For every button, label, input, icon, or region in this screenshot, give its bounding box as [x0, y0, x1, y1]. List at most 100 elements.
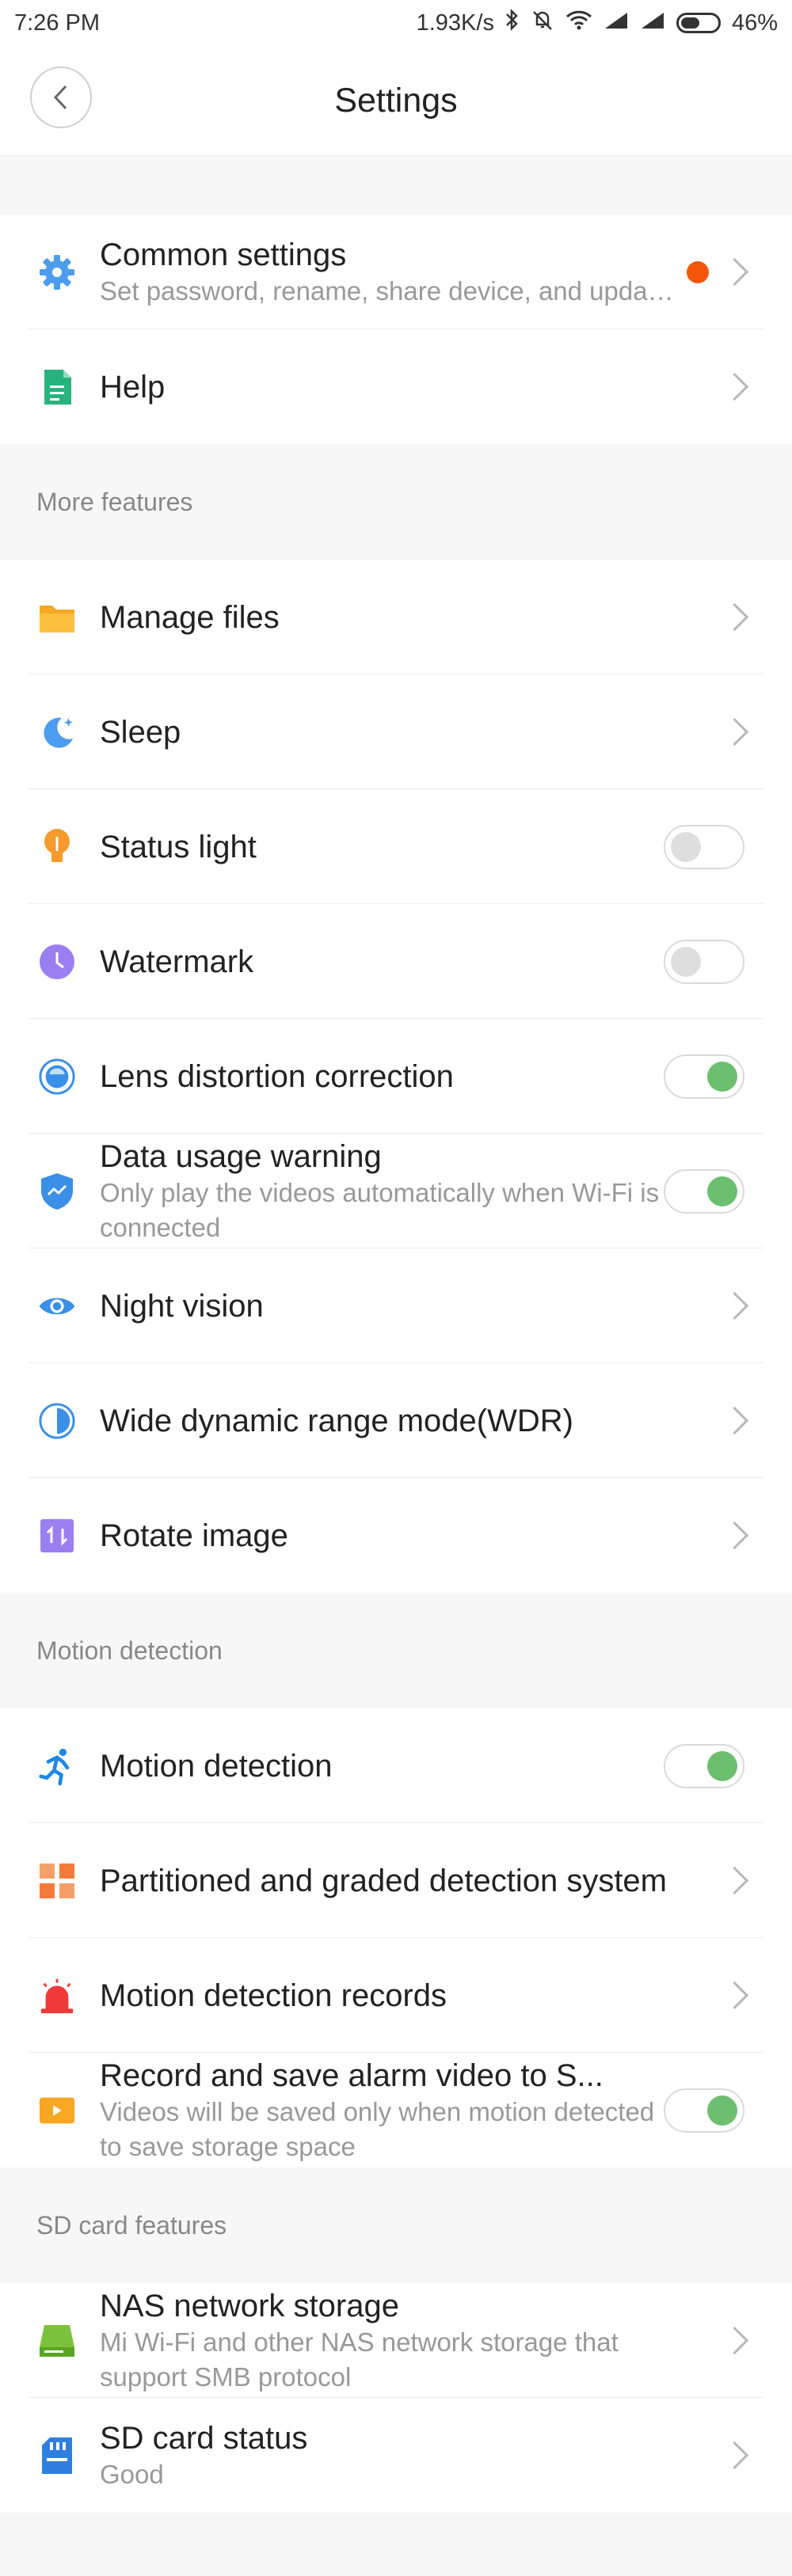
nas-icon	[38, 2322, 76, 2360]
signal-icon-1	[604, 10, 629, 36]
data-usage-row: Data usage warning Only play the videos …	[0, 1134, 792, 1248]
chevron-right-icon	[720, 1981, 749, 2010]
motion-detection-toggle[interactable]	[664, 1743, 744, 1788]
chevron-right-icon	[720, 1866, 749, 1895]
sd-card-icon	[38, 2437, 76, 2475]
chevron-right-icon	[720, 2441, 749, 2470]
row-label: Manage files	[100, 599, 280, 635]
signal-icon-2	[640, 10, 665, 36]
bulb-icon	[38, 828, 76, 866]
section-motion-detection: Motion detection	[0, 1593, 792, 1708]
lens-distortion-row: Lens distortion correction	[0, 1019, 792, 1134]
toggle-knob	[707, 1176, 737, 1206]
row-label: NAS network storage	[100, 2288, 399, 2323]
chevron-right-icon	[720, 2326, 749, 2355]
network-speed: 1.93K/s	[416, 9, 494, 36]
wifi-icon	[565, 9, 592, 36]
row-label: Help	[100, 369, 166, 405]
watermark-toggle[interactable]	[664, 939, 744, 984]
lens-distortion-toggle[interactable]	[664, 1054, 744, 1099]
motion-detection-row: Motion detection	[0, 1708, 792, 1823]
running-icon	[38, 1747, 76, 1785]
row-label: Partitioned and graded detection system	[100, 1863, 667, 1898]
row-label: Motion detection	[100, 1748, 333, 1784]
status-bar: 7:26 PM 1.93K/s 46%	[0, 0, 792, 46]
toggle-knob	[671, 831, 701, 862]
row-label: Watermark	[100, 944, 254, 979]
row-label: Status light	[100, 829, 257, 864]
row-subtitle: Mi Wi-Fi and other NAS network storage t…	[100, 2327, 619, 2392]
video-icon	[38, 2092, 76, 2130]
battery-icon	[676, 13, 721, 33]
row-label: Motion detection records	[100, 1978, 447, 2013]
chevron-right-icon	[720, 602, 749, 632]
sleep-row[interactable]: Sleep	[0, 674, 792, 789]
lens-icon	[38, 1058, 76, 1096]
back-button[interactable]	[30, 66, 92, 128]
section-sd-card: SD card features	[0, 2168, 792, 2283]
rotate-image-row[interactable]: Rotate image	[0, 1478, 792, 1593]
document-icon	[38, 368, 76, 406]
alarm-video-toggle[interactable]	[664, 2088, 744, 2133]
data-usage-toggle[interactable]	[664, 1168, 744, 1214]
toggle-knob	[707, 1061, 737, 1092]
moon-icon	[38, 713, 76, 751]
alarm-video-row: Record and save alarm video to S... Vide…	[0, 2053, 792, 2168]
common-settings-row[interactable]: Common settings Set password, rename, sh…	[0, 215, 792, 329]
wdr-row[interactable]: Wide dynamic range mode(WDR)	[0, 1363, 792, 1478]
folder-icon	[38, 598, 76, 636]
chevron-right-icon	[720, 257, 749, 287]
eye-icon	[38, 1287, 76, 1325]
night-vision-row[interactable]: Night vision	[0, 1248, 792, 1363]
more-features-group: Manage files Sleep Status light Watermar…	[0, 560, 792, 1593]
gear-icon	[38, 253, 76, 291]
motion-records-row[interactable]: Motion detection records	[0, 1938, 792, 2053]
row-label: SD card status	[100, 2420, 308, 2456]
row-subtitle: Set password, rename, share device, and …	[100, 275, 679, 306]
row-label: Lens distortion correction	[100, 1058, 454, 1094]
battery-percent: 46%	[731, 9, 778, 36]
chevron-right-icon	[720, 1406, 749, 1435]
chevron-right-icon	[720, 717, 749, 747]
motion-detection-group: Motion detection Partitioned and graded …	[0, 1708, 792, 2168]
clock-icon	[38, 943, 76, 981]
rotate-icon	[38, 1517, 76, 1555]
status-time: 7:26 PM	[14, 9, 100, 36]
update-badge	[687, 260, 709, 283]
row-label: Record and save alarm video to S...	[100, 2057, 604, 2093]
status-light-toggle[interactable]	[664, 824, 744, 869]
row-label: Sleep	[100, 714, 181, 750]
status-light-row: Status light	[0, 789, 792, 904]
row-label: Night vision	[100, 1288, 264, 1324]
row-label: Common settings	[100, 237, 347, 272]
row-label: Wide dynamic range mode(WDR)	[100, 1403, 573, 1438]
half-circle-icon	[38, 1402, 76, 1440]
row-label: Data usage warning	[100, 1138, 382, 1174]
watermark-row: Watermark	[0, 904, 792, 1019]
row-subtitle: Videos will be saved only when motion de…	[100, 2096, 655, 2161]
help-row[interactable]: Help	[0, 329, 792, 444]
sd-card-group: NAS network storage Mi Wi-Fi and other N…	[0, 2283, 792, 2513]
general-group: Common settings Set password, rename, sh…	[0, 215, 792, 444]
header: Settings	[0, 46, 792, 156]
row-subtitle: Only play the videos automatically when …	[100, 1177, 660, 1242]
toggle-knob	[707, 1750, 737, 1781]
partitioned-detection-row[interactable]: Partitioned and graded detection system	[0, 1823, 792, 1938]
toggle-knob	[707, 2095, 737, 2126]
manage-files-row[interactable]: Manage files	[0, 560, 792, 674]
toggle-knob	[671, 946, 701, 977]
section-more-features: More features	[0, 444, 792, 560]
bluetooth-icon	[505, 8, 520, 37]
grid-icon	[38, 1862, 76, 1900]
alarm-icon	[38, 1977, 76, 2015]
row-label: Rotate image	[100, 1518, 288, 1553]
chevron-left-icon	[53, 85, 67, 110]
page-title: Settings	[334, 81, 458, 120]
chevron-right-icon	[720, 1291, 749, 1320]
chevron-right-icon	[720, 1521, 749, 1550]
bottom-spacer	[0, 2513, 792, 2576]
sd-card-status-row[interactable]: SD card status Good	[0, 2398, 792, 2513]
chevron-right-icon	[720, 372, 749, 401]
spacer	[0, 156, 792, 215]
nas-storage-row[interactable]: NAS network storage Mi Wi-Fi and other N…	[0, 2283, 792, 2398]
